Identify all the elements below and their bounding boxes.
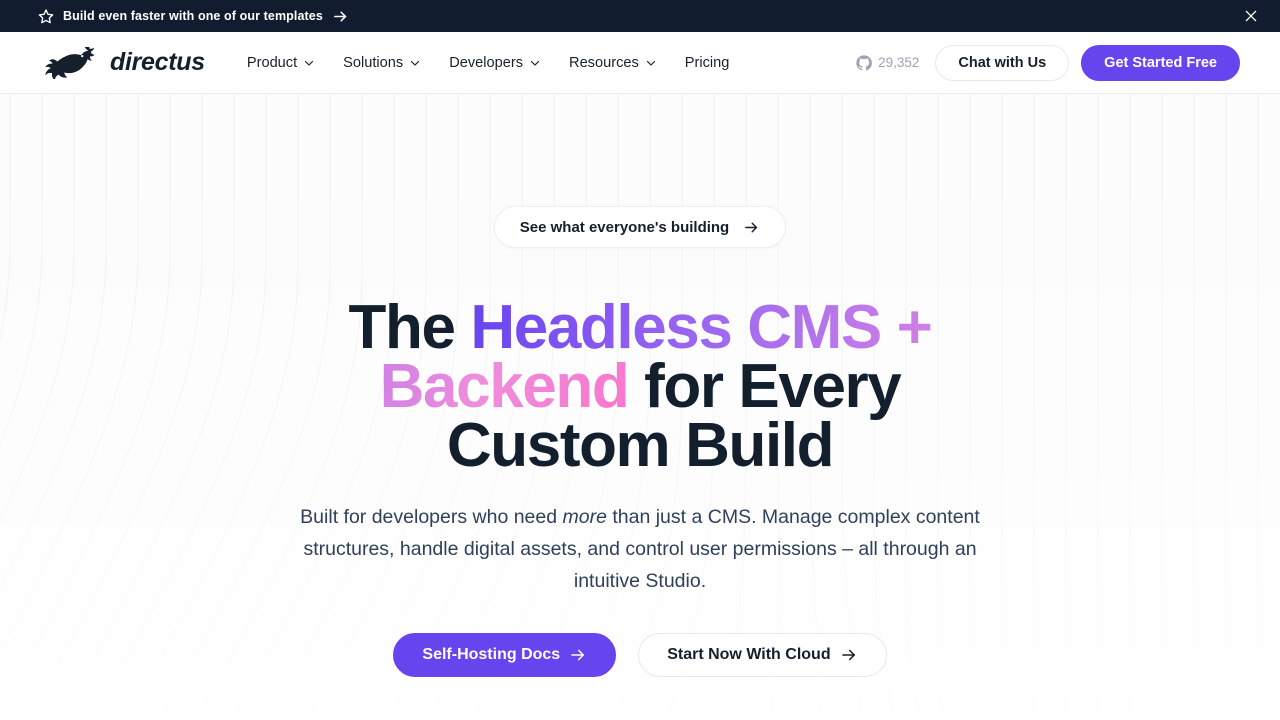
github-icon <box>856 54 872 71</box>
nav-label: Solutions <box>343 54 404 71</box>
secondary-cta-label: Start Now With Cloud <box>667 646 831 663</box>
arrow-right-icon <box>743 219 760 236</box>
hero-content: See what everyone's building The Headles… <box>0 94 1280 677</box>
start-now-with-cloud-button[interactable]: Start Now With Cloud <box>638 633 887 677</box>
see-what-everyone-building-badge[interactable]: See what everyone's building <box>493 206 787 248</box>
cta-button-label: Get Started Free <box>1104 54 1217 71</box>
hero-headline: The Headless CMS + Backend for Every Cus… <box>320 297 960 477</box>
main-navigation: Product Solutions Developers Resources P… <box>233 47 744 79</box>
arrow-right-icon <box>332 8 349 25</box>
nav-label: Resources <box>569 54 639 71</box>
chevron-down-icon <box>303 57 315 69</box>
nav-item-resources[interactable]: Resources <box>555 47 671 79</box>
arrow-right-icon <box>840 646 858 664</box>
close-icon <box>1243 8 1259 24</box>
chevron-down-icon <box>645 57 657 69</box>
nav-label: Developers <box>449 54 524 71</box>
hero-section: See what everyone's building The Headles… <box>0 94 1280 720</box>
announcement-bar: Build even faster with one of our templa… <box>0 0 1280 32</box>
nav-item-product[interactable]: Product <box>233 47 329 79</box>
nav-item-pricing[interactable]: Pricing <box>671 47 744 79</box>
hero-subheading: Built for developers who need more than … <box>277 501 1003 597</box>
github-stars-link[interactable]: 29,352 <box>856 54 920 71</box>
get-started-free-button[interactable]: Get Started Free <box>1081 44 1240 81</box>
announcement-close-button[interactable] <box>1240 5 1262 27</box>
hero-cta-row: Self-Hosting Docs Start Now With Cloud <box>393 633 887 677</box>
brand-wordmark: directus <box>110 48 205 76</box>
directus-rabbit-logo-icon <box>38 46 100 79</box>
github-star-count: 29,352 <box>878 55 920 70</box>
announcement-text: Build even faster with one of our templa… <box>63 9 323 23</box>
star-icon <box>38 8 54 24</box>
subhead-part-a: Built for developers who need <box>300 506 563 528</box>
self-hosting-docs-button[interactable]: Self-Hosting Docs <box>393 633 617 677</box>
chat-button-label: Chat with Us <box>958 54 1047 71</box>
chat-with-us-button[interactable]: Chat with Us <box>935 44 1070 81</box>
chevron-down-icon <box>409 57 421 69</box>
arrow-right-icon <box>569 646 587 664</box>
subhead-emphasis: more <box>562 506 607 528</box>
announcement-link[interactable]: Build even faster with one of our templa… <box>38 8 349 25</box>
chevron-down-icon <box>529 57 541 69</box>
nav-label: Pricing <box>684 54 730 71</box>
nav-item-solutions[interactable]: Solutions <box>329 47 435 79</box>
site-header: directus Product Solutions Developers Re… <box>0 32 1280 94</box>
primary-cta-label: Self-Hosting Docs <box>422 646 561 663</box>
nav-label: Product <box>246 54 298 71</box>
nav-item-developers[interactable]: Developers <box>435 47 555 79</box>
badge-label: See what everyone's building <box>519 218 730 236</box>
brand-logo-link[interactable]: directus <box>38 46 205 79</box>
header-actions: 29,352 Chat with Us Get Started Free <box>856 44 1240 81</box>
